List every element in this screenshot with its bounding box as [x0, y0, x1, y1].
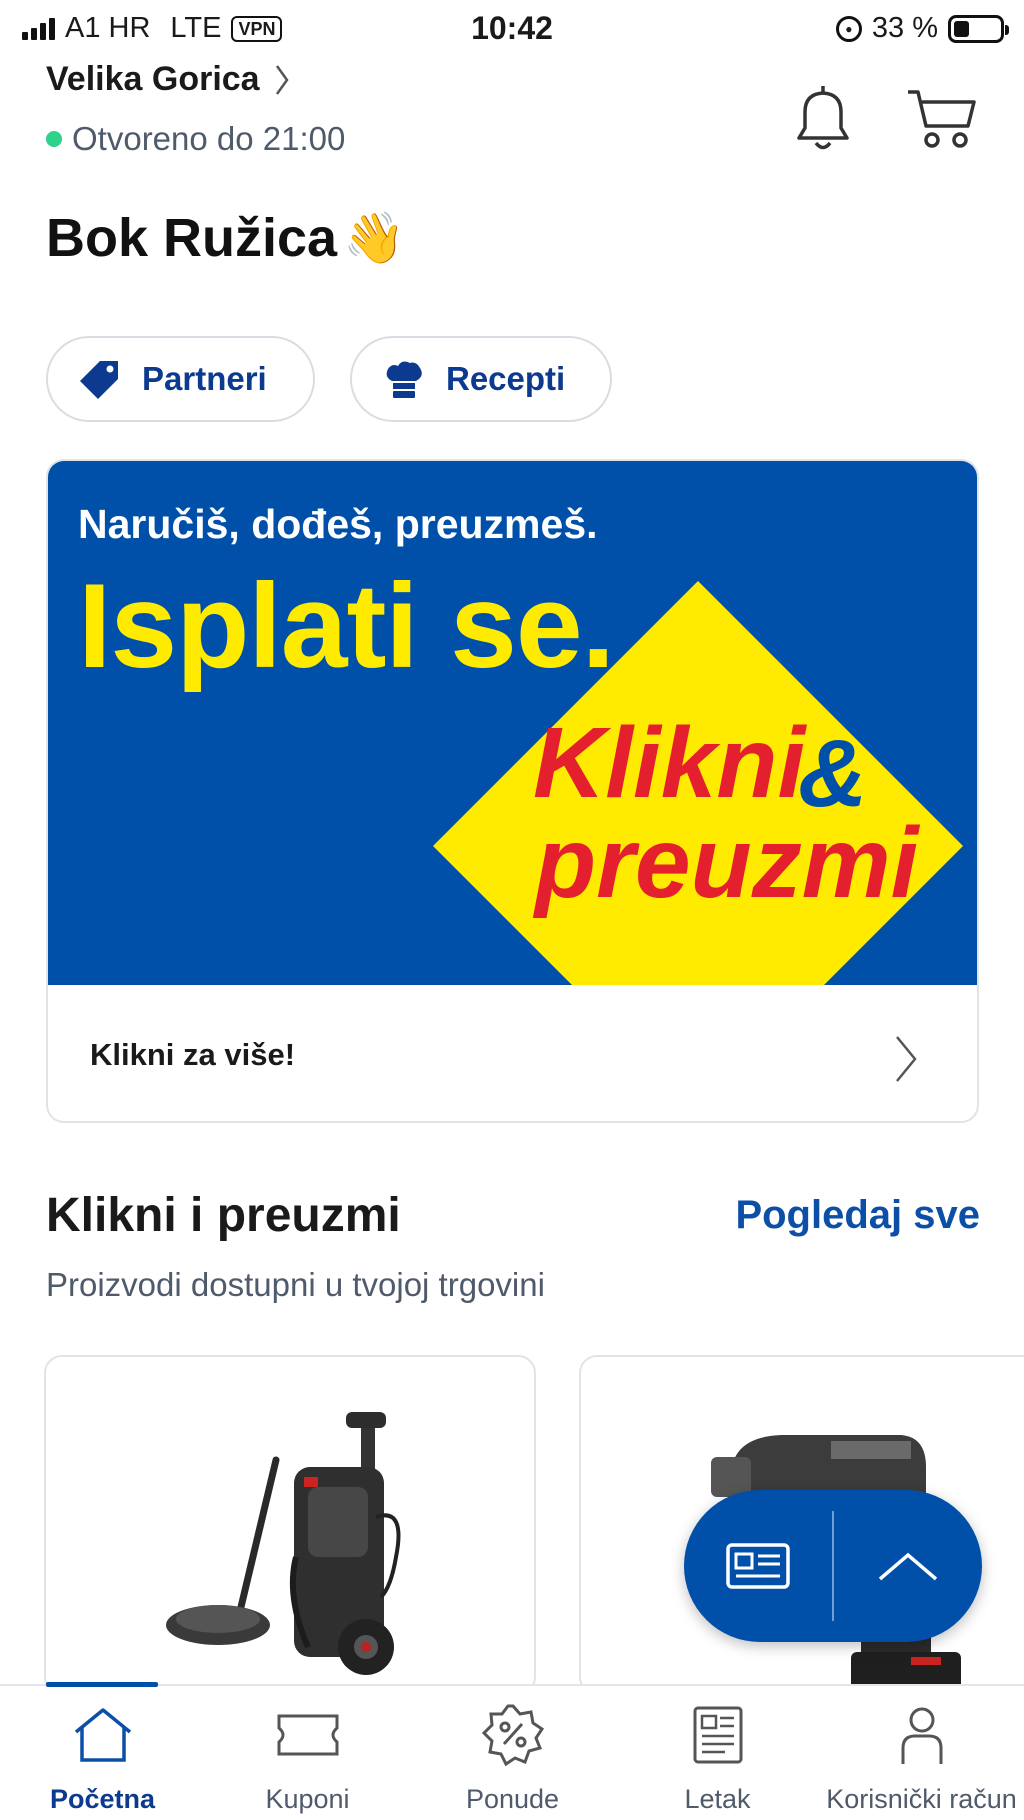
section-subtitle: Proizvodi dostupni u tvojoj trgovini [46, 1266, 545, 1303]
recepti-button[interactable]: Recepti [350, 336, 612, 422]
status-right: ● 33 % [835, 12, 1009, 45]
banner-cta-text: Klikni za više! [90, 1037, 296, 1072]
chef-hat-icon [386, 361, 422, 398]
banner-subtitle: Naručiš, dođeš, preuzmeš. [78, 501, 598, 547]
coupon-icon [273, 1700, 343, 1770]
battery-percent: 33 % [871, 12, 938, 44]
pressure-washer-image [166, 1412, 401, 1675]
status-bar: A1 HR LTE VPN 10:42 ● 33 % [0, 0, 1024, 58]
promo-banner[interactable]: Naručiš, dođeš, preuzmeš. Isplati se. Kl… [46, 459, 979, 1123]
open-status: Otvoreno do 21:00 [46, 120, 345, 158]
open-status-text: Otvoreno do 21:00 [72, 120, 346, 157]
chevron-right-icon [275, 64, 289, 95]
battery-icon [948, 14, 1009, 43]
banner-badge-line1: Klikni [533, 707, 806, 819]
nav-item-korisnicki-racun[interactable]: Korisnički račun [819, 1700, 1024, 1820]
home-icon [68, 1700, 138, 1770]
flyer-icon [683, 1700, 753, 1770]
nav-label: Letak [684, 1784, 751, 1814]
open-dot-icon [46, 131, 62, 147]
rotation-lock-icon: ● [835, 15, 862, 42]
greeting: Bok Ružica 👋 [46, 207, 405, 269]
id-card-icon [726, 1543, 790, 1589]
greeting-text: Bok Ružica [46, 208, 338, 268]
store-name: Velika Gorica [46, 60, 260, 98]
recepti-label: Recepti [446, 360, 566, 397]
store-selector[interactable]: Velika Gorica [46, 60, 290, 99]
banner-cta-row[interactable]: Klikni za više! [48, 985, 977, 1121]
user-icon [887, 1700, 957, 1770]
product-card[interactable] [44, 1355, 536, 1695]
nav-item-letak[interactable]: Letak [615, 1700, 820, 1820]
chevron-up-icon [878, 1552, 938, 1581]
view-all-link[interactable]: Pogledaj sve [735, 1193, 980, 1238]
active-tab-indicator [46, 1682, 158, 1687]
nav-item-pocetna[interactable]: Početna [0, 1700, 205, 1820]
waving-hand-icon: 👋 [343, 209, 406, 266]
nav-item-kuponi[interactable]: Kuponi [205, 1700, 410, 1820]
bell-icon[interactable] [783, 80, 863, 160]
banner-image: Naručiš, dođeš, preuzmeš. Isplati se. Kl… [48, 461, 977, 985]
nav-label: Korisnički račun [826, 1784, 1017, 1814]
nav-label: Kuponi [265, 1784, 350, 1814]
bottom-navigation: Početna Kuponi Ponude Letak Korisnički r… [0, 1682, 1024, 1820]
discount-badge-icon [478, 1700, 548, 1770]
partneri-label: Partneri [142, 360, 267, 397]
chevron-right-icon [896, 1036, 917, 1082]
nav-label: Početna [49, 1784, 156, 1814]
tag-icon [80, 361, 118, 399]
section-title: Klikni i preuzmi [46, 1189, 401, 1242]
floating-action-bar [684, 1490, 982, 1642]
loyalty-card-button[interactable] [684, 1490, 832, 1642]
banner-badge-line2: preuzmi [535, 807, 919, 919]
partneri-button[interactable]: Partneri [46, 336, 315, 422]
cart-icon[interactable] [902, 80, 982, 160]
nav-item-ponude[interactable]: Ponude [410, 1700, 615, 1820]
nav-label: Ponude [465, 1784, 560, 1814]
scroll-top-button[interactable] [834, 1490, 982, 1642]
